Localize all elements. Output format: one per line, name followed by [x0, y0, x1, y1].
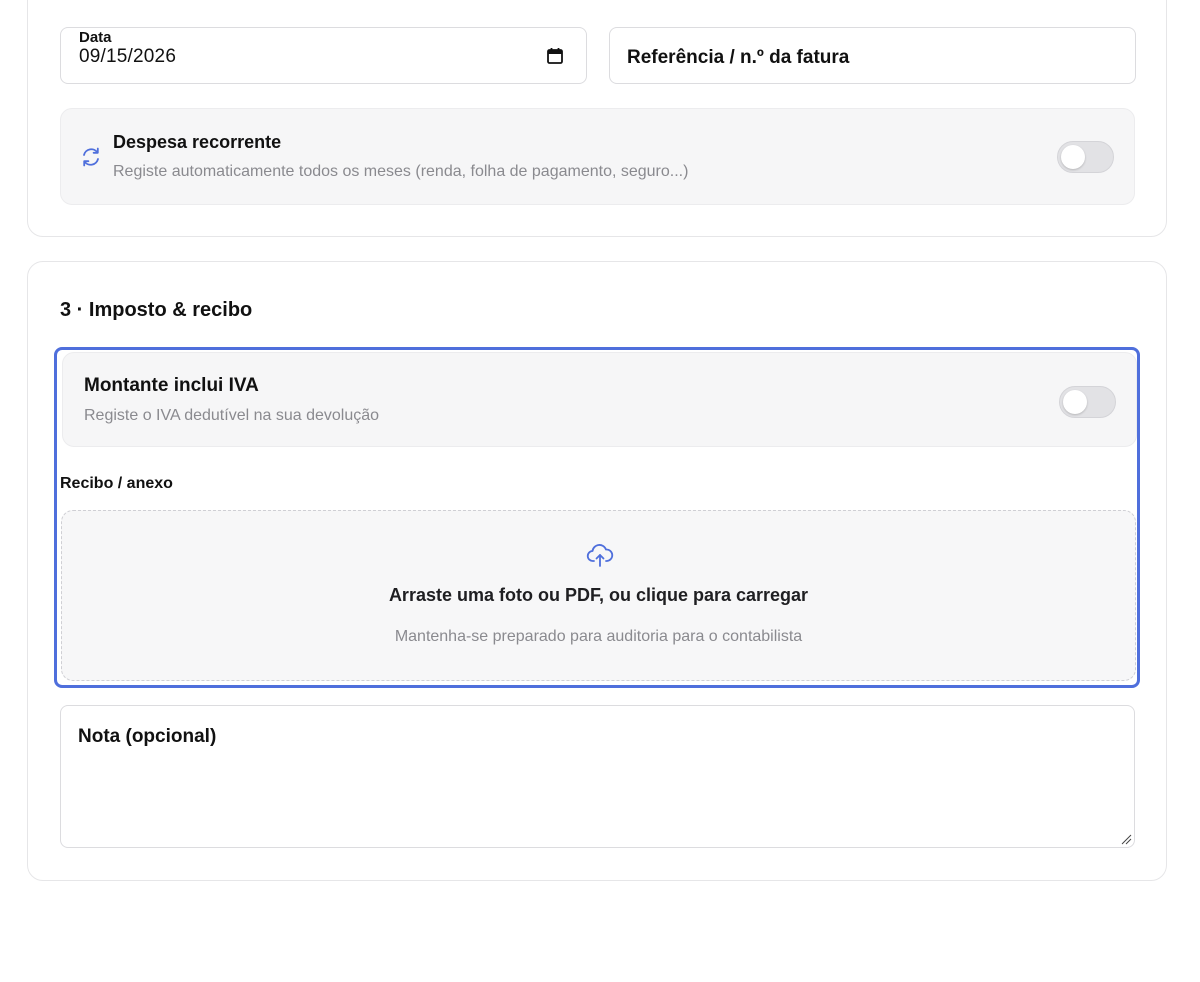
recurring-subtitle: Registe automaticamente todos os meses (…: [113, 163, 689, 180]
calendar-icon[interactable]: [546, 47, 564, 65]
note-textarea[interactable]: Nota (opcional): [60, 705, 1135, 848]
recurring-toggle[interactable]: [1057, 141, 1114, 173]
vat-subtitle: Registe o IVA dedutível na sua devolução: [84, 407, 380, 424]
date-label: Data: [79, 29, 112, 46]
refresh-icon: [83, 147, 99, 167]
vat-toggle[interactable]: [1059, 386, 1116, 418]
receipt-label: Recibo / anexo: [60, 475, 173, 492]
tax-receipt-card: 3 · Imposto & recibo Montante inclui IVA…: [27, 261, 1167, 881]
vat-included-row: Montante inclui IVA Registe o IVA dedutí…: [62, 352, 1137, 447]
toggle-knob: [1063, 390, 1087, 414]
vat-title: Montante inclui IVA: [84, 375, 259, 396]
recurring-expense-row: Despesa recorrente Registe automaticamen…: [60, 108, 1135, 205]
toggle-knob: [1061, 145, 1085, 169]
dropzone-title: Arraste uma foto ou PDF, ou clique para …: [388, 585, 809, 605]
dropzone-subtitle: Mantenha-se preparado para auditoria par…: [394, 628, 803, 645]
cloud-upload-icon: [586, 544, 614, 567]
date-value[interactable]: 09/15/2026: [79, 46, 176, 68]
resize-grip-icon[interactable]: [1120, 833, 1132, 845]
date-input[interactable]: Data 09/15/2026: [60, 27, 587, 84]
reference-input[interactable]: Referência / n.º da fatura: [609, 27, 1136, 84]
receipt-dropzone[interactable]: Arraste uma foto ou PDF, ou clique para …: [61, 510, 1136, 681]
reference-label: Referência / n.º da fatura: [627, 47, 850, 68]
note-label: Nota (opcional): [78, 726, 217, 747]
details-card: Data 09/15/2026 Referência / n.º da fatu…: [27, 0, 1167, 237]
section-title: 3 · Imposto & recibo: [60, 299, 253, 321]
tax-receipt-group: Montante inclui IVA Registe o IVA dedutí…: [54, 347, 1140, 688]
recurring-title: Despesa recorrente: [113, 132, 282, 152]
